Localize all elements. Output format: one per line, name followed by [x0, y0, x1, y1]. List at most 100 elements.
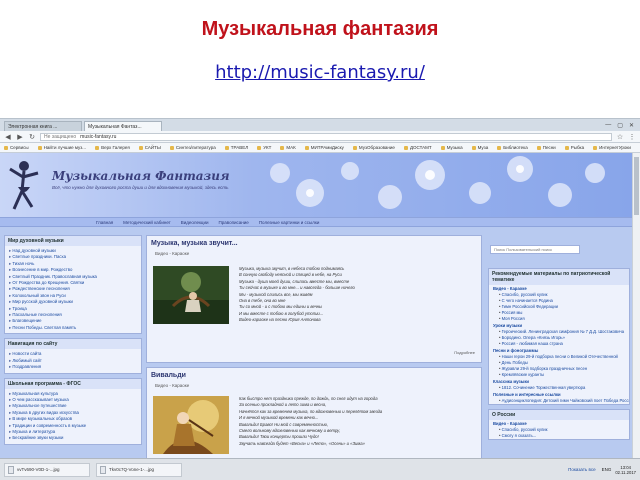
menu-icon[interactable]: ⋮ — [628, 133, 636, 141]
bookmark-item[interactable]: ТРАВЕЛ — [225, 145, 248, 150]
language-indicator[interactable]: ENG — [602, 467, 612, 472]
clock-date: 02.11.2017 — [615, 469, 636, 475]
post-verse: Музыка, музыка звучит, в небеса тобою по… — [239, 266, 479, 324]
system-tray: ENG 13:04 02.11.2017 — [602, 465, 636, 475]
sidebar-box-heading: Школьная программа - ФГОС — [5, 378, 141, 389]
site-title: Музыкальная Фантазия — [52, 169, 230, 183]
verse-line: Звучать навсегда будет «Весна» и «Лето»,… — [239, 440, 365, 446]
page-viewport: Музыкальная Фантазия Всё, что нужно для … — [0, 153, 632, 459]
site-banner: Музыкальная Фантазия Всё, что нужно для … — [0, 153, 632, 217]
recommended-box: Рекомендуемые материалы по патриотическо… — [488, 268, 630, 405]
sidebar-list: Новости сайтаЛюбимый сайтПоздравления — [5, 349, 141, 372]
bookmark-item[interactable]: ИнтернетУроки — [593, 145, 631, 150]
reload-icon[interactable]: ↻ — [28, 133, 36, 141]
site-subtitle: Всё, что нужно для духовного роста души … — [52, 185, 229, 190]
browser-tab[interactable]: Электронная книга ... — [4, 121, 82, 131]
bookmark-item[interactable]: Библиотека — [497, 145, 527, 150]
show-all-downloads-link[interactable]: Показать все — [568, 467, 595, 472]
sidebar-box-heading: Навигация по сайту — [5, 339, 141, 350]
bookmark-item[interactable]: МузОбразование — [353, 145, 395, 150]
recommended-link[interactable]: Аудиоэнциклопедия: Детский гимн Чайковск… — [489, 398, 629, 404]
post-card: Музыка, музыка звучит... Видео - Караоке… — [146, 235, 482, 363]
site-url-link[interactable]: http://music-fantasy.ru/ — [0, 62, 640, 83]
right-sidebar: Поиск Пользовательский поиск Рекомендуем… — [488, 235, 630, 457]
bookmark-item[interactable]: УКТ — [257, 145, 271, 150]
bookmark-item[interactable]: САЙТЫ — [139, 145, 161, 150]
recommended-section[interactable]: Песни и фонограммы — [489, 347, 629, 354]
sidebar-link[interactable]: Песни Победы. Светлая память — [9, 325, 137, 331]
recommended-link[interactable]: Смогу я сказать... — [489, 433, 629, 439]
back-icon[interactable]: ◀ — [4, 133, 12, 141]
sidebar-link[interactable]: Поздравления — [9, 364, 137, 370]
maximize-icon[interactable]: ▢ — [617, 122, 623, 129]
post-card: Вивальди Видео - Караоке Как быстро нет … — [146, 367, 482, 459]
taskbar-right: Показать все ENG 13:04 02.11.2017 — [568, 465, 636, 475]
minimize-icon[interactable]: — — [605, 122, 611, 129]
verse-line: Видео-караоке на песню Юрия Антонова — [239, 317, 321, 323]
main-content: Музыка, музыка звучит... Видео - Караоке… — [146, 235, 482, 459]
sidebar-box-heading: Мир духовной музыки — [5, 236, 141, 246]
sidebar-list: Над духовной музыкиСветлые праздники. Па… — [5, 246, 141, 333]
recommended-heading: Рекомендуемые материалы по патриотическо… — [489, 269, 629, 285]
post-meta: Видео - Караоке — [155, 383, 190, 388]
read-more-link[interactable]: Подробнее — [454, 350, 475, 355]
post-image[interactable] — [153, 266, 229, 324]
russia-box: О России Видео - КараокеСпасибо, русский… — [488, 409, 630, 440]
post-verse: Как быстро нет праздника прежде, по дожд… — [239, 396, 479, 447]
download-item[interactable]: Tkv0c7Q-Vone-1-...jpg — [96, 462, 182, 477]
address-bar: ◀ ▶ ↻ Не защищено music-fantasy.ru ☆ ⋮ — [0, 131, 640, 143]
site-nav-item[interactable]: Полезные картинки и ссылки — [259, 220, 320, 225]
post-title[interactable]: Музыка, музыка звучит... — [147, 236, 481, 249]
post-image[interactable] — [153, 396, 229, 454]
bookmark-item[interactable]: Муза — [472, 145, 489, 150]
bookmarks-bar: Сервисы Найти лучшие муз... Верх Галерея СА… — [0, 143, 640, 153]
star-icon[interactable]: ☆ — [616, 133, 624, 141]
sidebar-box: Школьная программа - ФГОСМузыкальная кул… — [4, 377, 142, 445]
bookmark-item[interactable]: ДОСТАМТ — [404, 145, 432, 150]
recommended-section[interactable]: Уроки музыки — [489, 322, 629, 329]
download-bar: vvTv690-V0D-1-...jpg Tkv0c7Q-Vone-1-...j… — [0, 458, 640, 480]
bookmark-item[interactable]: Найти лучшие муз... — [38, 145, 86, 150]
sidebar-link[interactable]: Бескрайние звуки музыки — [9, 435, 137, 441]
search-input[interactable]: Поиск Пользовательский поиск — [490, 245, 580, 254]
file-icon — [8, 465, 14, 474]
post-title[interactable]: Вивальди — [147, 368, 481, 381]
browser-window: Электронная книга ... Музыкальная Фантаз… — [0, 118, 640, 480]
clock[interactable]: 13:04 02.11.2017 — [615, 465, 636, 475]
site-nav: Главная Методический кабинет Видеолекции… — [0, 217, 632, 227]
url-input[interactable]: Не защищено music-fantasy.ru — [40, 132, 612, 141]
security-label: Не защищено — [44, 133, 77, 140]
sidebar-box: Навигация по сайтуНовости сайтаЛюбимый с… — [4, 338, 142, 374]
slide-title: Музыкальная фантазия — [201, 18, 439, 40]
bookmark-item[interactable]: Синтез/литература — [170, 145, 216, 150]
site-nav-item[interactable]: Видеолекции — [181, 220, 209, 225]
bookmark-item[interactable]: Сервисы — [4, 145, 29, 150]
download-filename: vvTv690-V0D-1-...jpg — [17, 467, 60, 472]
site-nav-item[interactable]: Главная — [96, 220, 113, 225]
download-item[interactable]: vvTv690-V0D-1-...jpg — [4, 462, 90, 477]
bookmark-item[interactable]: МИТРАмиДиску — [305, 145, 344, 150]
left-sidebar: Мир духовной музыкиНад духовной музыкиСв… — [4, 235, 142, 457]
scrollbar-thumb[interactable] — [634, 157, 639, 215]
bookmark-item[interactable]: Верх Галерея — [95, 145, 130, 150]
post-meta: Видео - Караоке — [155, 251, 190, 256]
recommended-section[interactable]: Классика музыки — [489, 378, 629, 385]
forward-icon[interactable]: ▶ — [16, 133, 24, 141]
close-icon[interactable]: ✕ — [629, 122, 634, 129]
recommended-section[interactable]: Видео - Караоке — [489, 420, 629, 427]
recommended-section[interactable]: Видео - Караоке — [489, 285, 629, 292]
bookmark-item[interactable]: МАК — [280, 145, 295, 150]
bookmark-item[interactable]: Музыка — [441, 145, 463, 150]
bookmark-item[interactable]: Рыбка — [565, 145, 584, 150]
site-nav-item[interactable]: Правописание — [219, 220, 249, 225]
bookmark-item[interactable]: Песни — [537, 145, 556, 150]
recommended-section[interactable]: Полезные и интересные ссылки — [489, 391, 629, 398]
file-icon — [100, 465, 106, 474]
sidebar-box: Мир духовной музыкиНад духовной музыкиСв… — [4, 235, 142, 335]
browser-tab-active[interactable]: Музыкальная Фантаз... — [84, 121, 162, 131]
download-filename: Tkv0c7Q-Vone-1-...jpg — [109, 467, 155, 472]
site-nav-item[interactable]: Методический кабинет — [123, 220, 171, 225]
page-scrollbar[interactable] — [632, 153, 640, 459]
window-controls: — ▢ ✕ — [605, 122, 640, 129]
dancer-logo-icon — [9, 161, 39, 210]
